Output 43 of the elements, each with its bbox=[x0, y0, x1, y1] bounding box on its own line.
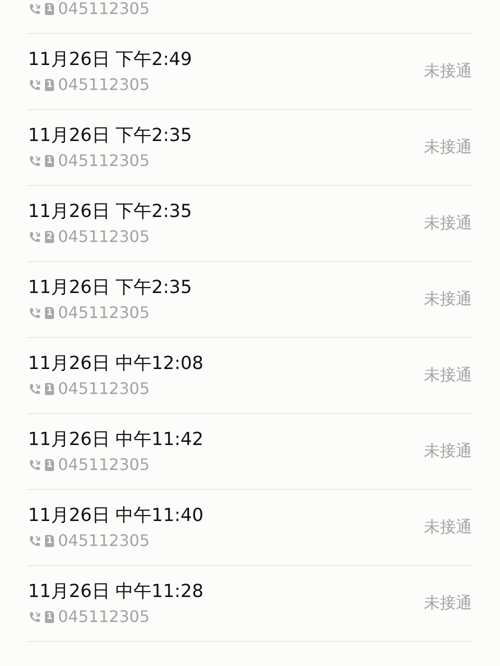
missed-call-icon bbox=[28, 534, 41, 548]
missed-call-icon bbox=[28, 154, 41, 168]
sim-icon: 1 bbox=[45, 307, 54, 319]
call-status: 未接通 bbox=[424, 61, 472, 82]
missed-call-icon bbox=[28, 610, 41, 624]
call-status: 未接通 bbox=[424, 441, 472, 462]
missed-call-icon bbox=[28, 78, 41, 92]
call-time: 11月26日 中午11:28 bbox=[28, 580, 204, 604]
call-time: 11月26日 中午12:08 bbox=[28, 352, 204, 376]
missed-call-icon bbox=[28, 2, 41, 16]
call-time: 11月26日 下午2:49 bbox=[28, 48, 192, 72]
sim-icon: 1 bbox=[45, 79, 54, 91]
call-time: 11月26日 中午11:42 bbox=[28, 428, 204, 452]
sim-icon: 2 bbox=[45, 231, 54, 243]
call-status: 未接通 bbox=[424, 365, 472, 386]
sim-icon: 1 bbox=[45, 3, 54, 15]
phone-number: 045112305 bbox=[58, 531, 150, 551]
phone-number: 045112305 bbox=[58, 607, 150, 627]
call-time: 11月26日 下午2:35 bbox=[28, 124, 192, 148]
missed-call-icon bbox=[28, 306, 41, 320]
sim-icon: 1 bbox=[45, 383, 54, 395]
phone-number: 045112305 bbox=[58, 303, 150, 323]
phone-number: 045112305 bbox=[58, 455, 150, 475]
phone-number: 045112305 bbox=[58, 151, 150, 171]
missed-call-icon bbox=[28, 230, 41, 244]
missed-call-icon bbox=[28, 382, 41, 396]
sim-icon: 1 bbox=[45, 459, 54, 471]
call-status: 未接通 bbox=[424, 517, 472, 538]
phone-number: 045112305 bbox=[58, 227, 150, 247]
call-status: 未接通 bbox=[424, 213, 472, 234]
phone-number: 045112305 bbox=[58, 75, 150, 95]
call-status: 未接通 bbox=[424, 289, 472, 310]
call-time: 11月26日 中午11:40 bbox=[28, 504, 204, 528]
call-status: 未接通 bbox=[424, 593, 472, 614]
phone-number: 045112305 bbox=[58, 0, 150, 19]
phone-number: 045112305 bbox=[58, 379, 150, 399]
sim-icon: 1 bbox=[45, 155, 54, 167]
call-time: 11月26日 下午2:35 bbox=[28, 276, 192, 300]
sim-icon: 1 bbox=[45, 535, 54, 547]
sim-icon: 1 bbox=[45, 611, 54, 623]
call-status: 未接通 bbox=[424, 137, 472, 158]
call-time: 11月26日 下午2:35 bbox=[28, 200, 192, 224]
missed-call-icon bbox=[28, 458, 41, 472]
